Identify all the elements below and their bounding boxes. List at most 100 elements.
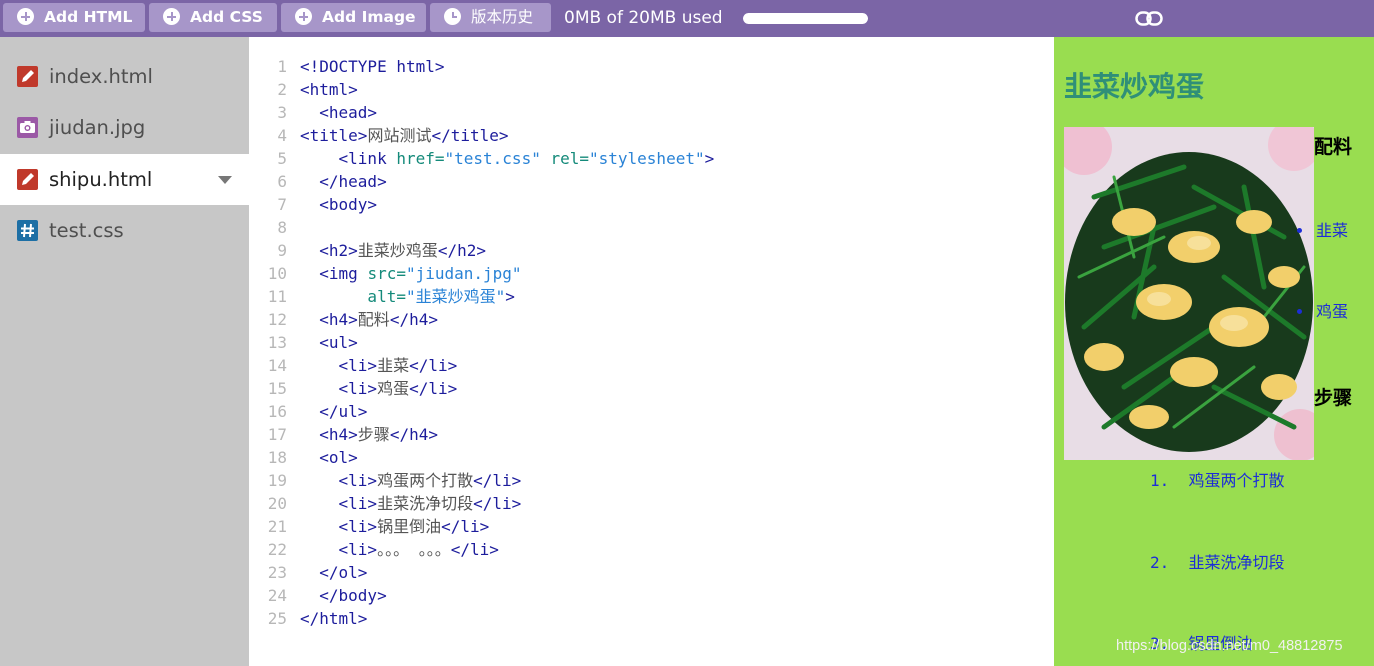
code-token: </h2> bbox=[437, 241, 486, 260]
line-number: 20 bbox=[267, 494, 287, 513]
code-text[interactable]: <link href="test.css" rel="stylesheet"> bbox=[300, 147, 715, 170]
code-text[interactable]: <body> bbox=[300, 193, 377, 216]
code-text[interactable]: </body> bbox=[300, 584, 386, 607]
code-token: "stylesheet" bbox=[589, 149, 705, 168]
code-token: </li> bbox=[441, 517, 490, 536]
code-token: <li> bbox=[300, 471, 378, 490]
code-text[interactable]: <li>锅里倒油</li> bbox=[300, 515, 490, 538]
storage-usage-text: 0MB of 20MB used bbox=[564, 8, 723, 28]
code-token: 韭菜 bbox=[377, 356, 410, 375]
code-text[interactable]: </head> bbox=[300, 170, 386, 193]
code-token: 韭菜洗净切段 bbox=[377, 494, 474, 513]
code-text[interactable]: </html> bbox=[300, 607, 367, 630]
code-text[interactable]: <img src="jiudan.jpg" bbox=[300, 262, 522, 285]
steps-heading: 步骤 bbox=[1314, 387, 1353, 409]
code-text[interactable]: <h4>步骤</h4> bbox=[300, 423, 438, 446]
code-token: <title> bbox=[300, 126, 368, 145]
line-number: 6 bbox=[277, 172, 287, 191]
code-text[interactable]: <h2>韭菜炒鸡蛋</h2> bbox=[300, 239, 486, 262]
line-number: 17 bbox=[267, 425, 287, 444]
link-icon[interactable] bbox=[1135, 10, 1163, 27]
code-editor[interactable]: 1 <!DOCTYPE html> 2 <html> 3 <head> 4 <title>网… bbox=[249, 37, 1054, 666]
code-text[interactable]: </ul> bbox=[300, 400, 367, 423]
code-text[interactable]: <head> bbox=[300, 101, 377, 124]
code-token: </li> bbox=[409, 379, 458, 398]
code-text[interactable]: <!DOCTYPE html> bbox=[300, 55, 445, 78]
code-token: <h2> bbox=[300, 241, 358, 260]
file-item-shipu-html[interactable]: shipu.html bbox=[0, 154, 249, 205]
code-text[interactable]: <li>。。。 。。。</li> bbox=[300, 538, 499, 561]
code-token: "test.css" bbox=[444, 149, 541, 168]
camera-icon bbox=[17, 117, 38, 138]
step-item: 1. 鸡蛋两个打散 bbox=[1150, 467, 1285, 491]
code-text[interactable]: alt="韭菜炒鸡蛋"> bbox=[300, 285, 514, 308]
code-token: <li> bbox=[300, 379, 378, 398]
code-token: </li> bbox=[473, 494, 522, 513]
code-text[interactable]: <html> bbox=[300, 78, 358, 101]
file-item-test-css[interactable]: test.css bbox=[0, 205, 249, 256]
code-token: <img bbox=[300, 264, 368, 283]
pencil-icon bbox=[17, 66, 38, 87]
code-token: <h4> bbox=[300, 425, 358, 444]
file-name: shipu.html bbox=[49, 168, 153, 191]
add-html-button[interactable]: Add HTML bbox=[3, 3, 145, 32]
code-text[interactable]: <li>鸡蛋</li> bbox=[300, 377, 458, 400]
bullet-icon bbox=[1297, 309, 1302, 314]
line-number: 22 bbox=[267, 540, 287, 559]
code-text[interactable]: <title>网站测试</title> bbox=[300, 124, 509, 147]
code-token: "jiudan.jpg" bbox=[405, 264, 522, 283]
line-number: 24 bbox=[267, 586, 287, 605]
code-token: </li> bbox=[450, 540, 499, 559]
code-token: src= bbox=[367, 264, 406, 283]
add-css-button[interactable]: Add CSS bbox=[149, 3, 277, 32]
ingredient-item: 韭菜 bbox=[1297, 217, 1348, 241]
line-number: 16 bbox=[267, 402, 287, 421]
code-text[interactable]: <ul> bbox=[300, 331, 358, 354]
code-token: href= bbox=[396, 149, 445, 168]
code-text[interactable]: <h4>配料</h4> bbox=[300, 308, 438, 331]
storage-usage-fill bbox=[743, 13, 868, 24]
code-token: </h4> bbox=[389, 310, 438, 329]
file-sidebar: index.html jiudan.jpg shipu.html test.cs… bbox=[0, 37, 249, 666]
add-image-button[interactable]: Add Image bbox=[281, 3, 426, 32]
chevron-down-icon[interactable] bbox=[218, 176, 232, 184]
code-token: 鸡蛋两个打散 bbox=[377, 471, 474, 490]
file-item-jiudan-jpg[interactable]: jiudan.jpg bbox=[0, 102, 249, 153]
ingredients-heading: 配料 bbox=[1314, 136, 1353, 158]
code-token: <ol> bbox=[300, 448, 358, 467]
line-number: 11 bbox=[267, 287, 287, 306]
line-number: 14 bbox=[267, 356, 287, 375]
code-token: </title> bbox=[431, 126, 509, 145]
code-text[interactable]: <li>韭菜</li> bbox=[300, 354, 458, 377]
line-number: 13 bbox=[267, 333, 287, 352]
code-token: </li> bbox=[409, 356, 458, 375]
line-number: 25 bbox=[267, 609, 287, 628]
code-token: alt= bbox=[300, 287, 406, 306]
code-text[interactable]: <ol> bbox=[300, 446, 358, 469]
code-token: </h4> bbox=[389, 425, 438, 444]
code-text[interactable]: <li>韭菜洗净切段</li> bbox=[300, 492, 522, 515]
storage-usage-bar bbox=[743, 13, 868, 24]
watermark: https://blog.csdn.net/m0_48812875 bbox=[1116, 638, 1343, 654]
step-text: 鸡蛋两个打散 bbox=[1188, 471, 1285, 490]
step-number: 1. bbox=[1150, 471, 1170, 490]
ingredient-item: 鸡蛋 bbox=[1297, 298, 1348, 322]
code-text[interactable]: <li>鸡蛋两个打散</li> bbox=[300, 469, 522, 492]
history-button[interactable]: 版本历史 bbox=[430, 3, 551, 32]
line-number: 7 bbox=[277, 195, 287, 214]
code-token: 网站测试 bbox=[367, 126, 432, 145]
code-token: 鸡蛋 bbox=[377, 379, 410, 398]
line-number: 2 bbox=[277, 80, 287, 99]
line-number: 8 bbox=[277, 218, 287, 237]
code-token: <li> bbox=[300, 540, 378, 559]
top-toolbar: Add HTML Add CSS Add Image 版本历史 0MB of 2… bbox=[0, 0, 1374, 37]
code-token: </ul> bbox=[300, 402, 368, 421]
file-item-index-html[interactable]: index.html bbox=[0, 51, 249, 102]
add-image-label: Add Image bbox=[322, 8, 416, 26]
code-token: <li> bbox=[300, 356, 378, 375]
code-token: <html> bbox=[300, 80, 358, 99]
code-text[interactable]: </ol> bbox=[300, 561, 367, 584]
hash-icon bbox=[17, 220, 38, 241]
ingredient-text: 韭菜 bbox=[1316, 221, 1349, 240]
line-number: 23 bbox=[267, 563, 287, 582]
